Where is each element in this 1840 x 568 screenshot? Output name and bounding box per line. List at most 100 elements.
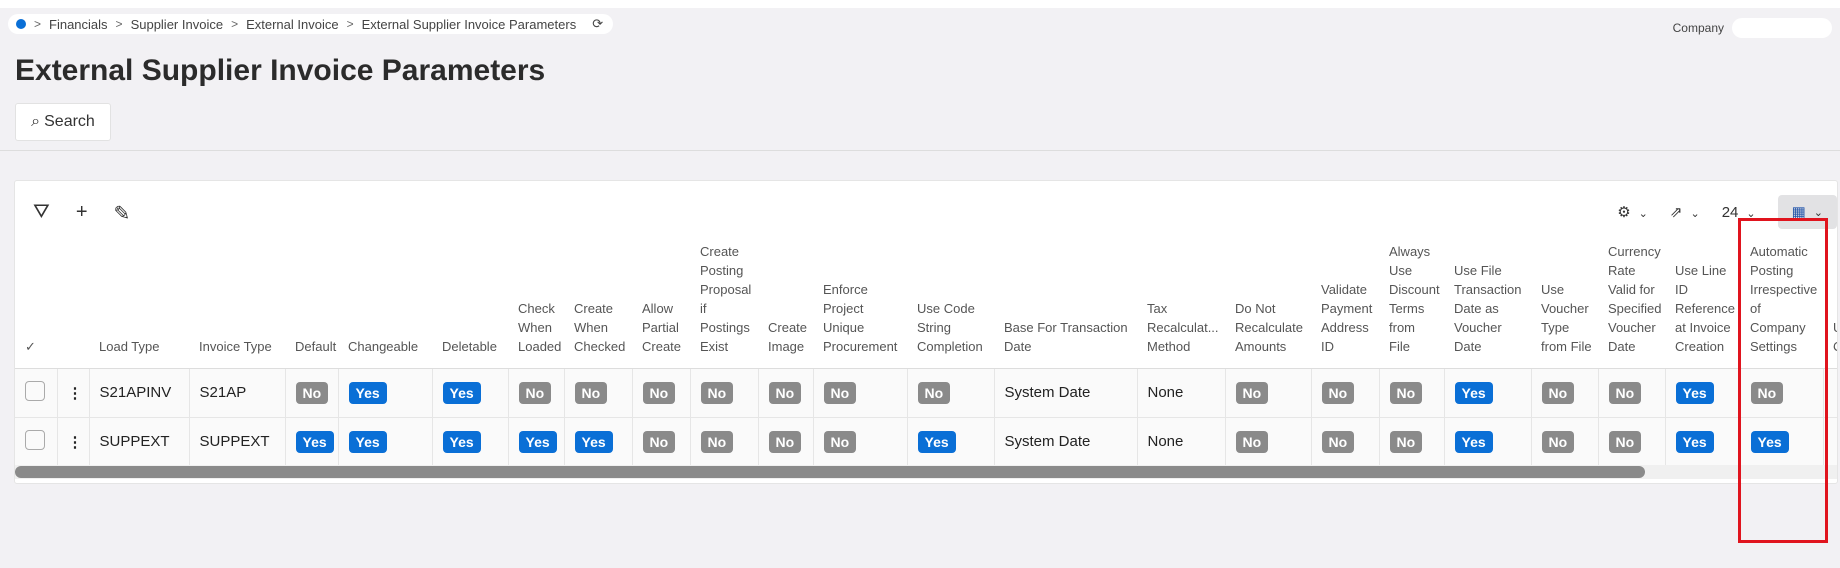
table-cell: Yes bbox=[508, 417, 565, 467]
row-menu[interactable]: ⋮ bbox=[57, 417, 90, 467]
breadcrumb-external-invoice[interactable]: External Invoice bbox=[246, 17, 339, 32]
table-cell: No bbox=[632, 368, 691, 418]
company-selector[interactable]: Company bbox=[1673, 18, 1832, 38]
chevron-down-icon: ⌄ bbox=[1690, 208, 1700, 220]
no-badge: No bbox=[1235, 430, 1269, 453]
row-menu[interactable]: ⋮ bbox=[57, 368, 90, 418]
table-cell: Yes bbox=[338, 417, 433, 467]
yes-badge: Yes bbox=[348, 430, 387, 453]
gear-icon: ⚙ bbox=[1617, 204, 1631, 221]
chevron-right-icon: > bbox=[115, 17, 123, 31]
chevron-down-icon: ⌄ bbox=[1638, 208, 1648, 220]
table-cell: No bbox=[1225, 368, 1312, 418]
table-cell: Yes bbox=[1444, 417, 1532, 467]
column-header[interactable]: Enforce Project Unique Procurement bbox=[813, 181, 907, 369]
table-cell: SUPPEXT bbox=[189, 417, 286, 467]
yes-badge: Yes bbox=[518, 430, 557, 453]
refresh-icon[interactable]: ⟳ bbox=[592, 16, 603, 32]
table-cell: No bbox=[758, 368, 814, 418]
search-label: Search bbox=[44, 113, 95, 130]
column-header[interactable]: Check When Loaded bbox=[508, 181, 564, 369]
no-badge: No bbox=[700, 381, 734, 404]
home-icon[interactable] bbox=[16, 19, 26, 29]
scrollbar-thumb[interactable] bbox=[15, 466, 1645, 478]
data-grid: ✓ Load Type Invoice Type Default Changeable D… bbox=[15, 181, 1837, 467]
no-badge: No bbox=[917, 381, 951, 404]
checkbox[interactable] bbox=[25, 429, 45, 450]
cell-value: System Date bbox=[1004, 433, 1091, 450]
page-title: External Supplier Invoice Parameters bbox=[15, 54, 546, 87]
table-cell: Yes bbox=[1665, 417, 1741, 467]
export-icon: ⇗ bbox=[1669, 204, 1683, 221]
column-header[interactable]: Changeable bbox=[338, 181, 432, 369]
column-header[interactable]: Base For Transaction Date bbox=[994, 181, 1137, 369]
divider bbox=[0, 150, 1840, 151]
column-header[interactable]: Use File Transaction Date as Voucher Dat… bbox=[1444, 181, 1531, 369]
column-header[interactable]: Create When Checked bbox=[564, 181, 632, 369]
cell-value: None bbox=[1147, 433, 1184, 450]
yes-badge: Yes bbox=[917, 430, 956, 453]
row-checkbox[interactable] bbox=[15, 368, 58, 418]
chevron-right-icon: > bbox=[231, 17, 239, 31]
column-header[interactable]: Validate Payment Address ID bbox=[1311, 181, 1379, 369]
column-header[interactable]: Use Code String Completion bbox=[907, 181, 994, 369]
yes-badge: Yes bbox=[574, 430, 613, 453]
table-cell: Yes bbox=[1444, 368, 1532, 418]
table-cell: No bbox=[285, 368, 339, 418]
column-header[interactable]: Allow Partial Create bbox=[632, 181, 690, 369]
column-header[interactable]: Invoice Type bbox=[189, 181, 285, 369]
edit-icon[interactable]: ✎ bbox=[114, 201, 131, 226]
yes-badge: Yes bbox=[1675, 381, 1714, 404]
no-badge: No bbox=[1608, 381, 1642, 404]
table-cell: No bbox=[813, 417, 908, 467]
chevron-down-icon: ⌄ bbox=[1813, 206, 1823, 219]
breadcrumb-financials[interactable]: Financials bbox=[49, 17, 108, 32]
highlight-box bbox=[1738, 218, 1828, 543]
cell-value: SUPPEXT bbox=[199, 433, 270, 450]
cell-value: S21APINV bbox=[99, 384, 172, 401]
table-cell: No bbox=[813, 368, 908, 418]
cell-value: SUPPEXT bbox=[99, 433, 170, 450]
no-badge: No bbox=[823, 430, 857, 453]
table-cell: No bbox=[1379, 368, 1445, 418]
table-cell: Yes bbox=[432, 368, 509, 418]
yes-badge: Yes bbox=[1454, 381, 1493, 404]
table-cell: No bbox=[690, 368, 759, 418]
table-row[interactable]: ⋮ SUPPEXT SUPPEXT Yes Yes Yes Yes Yes No No No No Ye… bbox=[15, 417, 1837, 467]
table-cell: No bbox=[632, 417, 691, 467]
column-header[interactable]: Deletable bbox=[432, 181, 508, 369]
breadcrumb-supplier-invoice[interactable]: Supplier Invoice bbox=[131, 17, 224, 32]
table-cell: No bbox=[1311, 417, 1380, 467]
filter-icon[interactable]: ⛛ bbox=[33, 201, 50, 226]
table-cell: System Date bbox=[994, 417, 1138, 467]
column-header[interactable]: Create Image bbox=[758, 181, 813, 369]
column-header[interactable]: Always Use Discount Terms from File bbox=[1379, 181, 1444, 369]
column-header[interactable]: Do Not Recalculate Amounts bbox=[1225, 181, 1311, 369]
table-row[interactable]: ⋮ S21APINV S21AP No Yes Yes No No No No No No No Syst… bbox=[15, 368, 1837, 418]
no-badge: No bbox=[1608, 430, 1642, 453]
horizontal-scrollbar[interactable] bbox=[15, 465, 1837, 479]
yes-badge: Yes bbox=[442, 430, 481, 453]
add-icon[interactable]: + bbox=[76, 201, 88, 226]
cell-value: S21AP bbox=[199, 384, 247, 401]
table-cell: S21APINV bbox=[89, 368, 190, 418]
settings-button[interactable]: ⚙ ⌄ bbox=[1617, 203, 1648, 221]
breadcrumb-current: External Supplier Invoice Parameters bbox=[361, 16, 577, 32]
checkbox[interactable] bbox=[25, 380, 45, 401]
no-badge: No bbox=[642, 430, 676, 453]
search-button[interactable]: ⌕ Search bbox=[15, 103, 111, 141]
table-cell: No bbox=[758, 417, 814, 467]
column-header[interactable]: Use Voucher Type from File bbox=[1531, 181, 1598, 369]
no-badge: No bbox=[1321, 381, 1355, 404]
export-button[interactable]: ⇗ ⌄ bbox=[1670, 203, 1700, 221]
column-header[interactable]: Default bbox=[285, 181, 338, 369]
table-card: ✓ Load Type Invoice Type Default Changeable D… bbox=[14, 180, 1838, 484]
table-cell: No bbox=[508, 368, 565, 418]
row-checkbox[interactable] bbox=[15, 417, 58, 467]
company-value[interactable] bbox=[1732, 18, 1832, 38]
column-header[interactable]: Tax Recalculat... Method bbox=[1137, 181, 1225, 369]
no-badge: No bbox=[1389, 381, 1423, 404]
table-cell: None bbox=[1137, 417, 1226, 467]
column-header[interactable]: Create Posting Proposal if Postings Exis… bbox=[690, 181, 758, 369]
table-cell: No bbox=[1531, 417, 1599, 467]
